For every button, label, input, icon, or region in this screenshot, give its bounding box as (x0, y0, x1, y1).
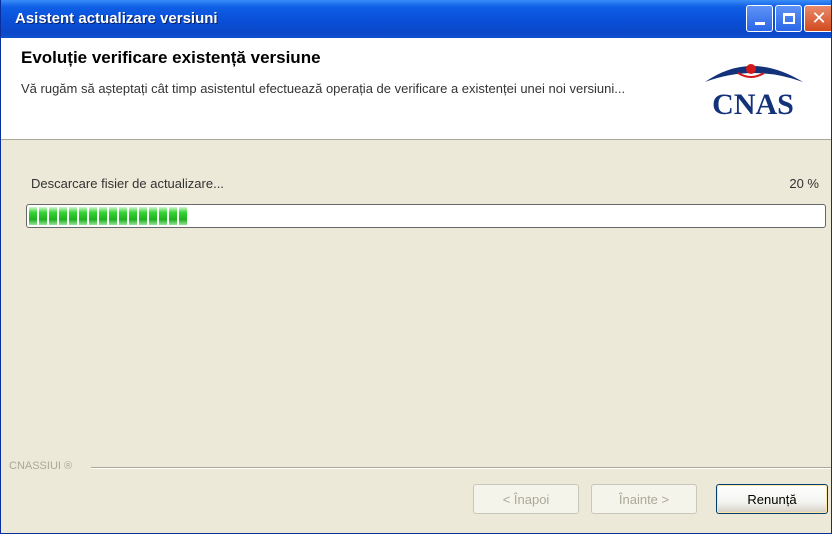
back-button[interactable]: < Înapoi (473, 484, 579, 514)
minimize-icon (754, 22, 765, 25)
wizard-header: Evoluție verificare existență versiune V… (1, 38, 831, 140)
footer-divider (91, 467, 831, 469)
window-title: Asistent actualizare versiuni (15, 10, 218, 27)
progress-fill (29, 207, 188, 225)
wizard-window: Asistent actualizare versiuni ✕ Evoluție… (0, 0, 832, 534)
minimize-button[interactable] (746, 5, 773, 32)
page-title: Evoluție verificare existență versiune (21, 48, 321, 67)
progress-label: Descarcare fisier de actualizare... (31, 176, 224, 191)
cnas-logo: CNAS (705, 64, 803, 121)
logo-text: CNAS (712, 88, 794, 121)
progress-percent: 20 % (789, 176, 819, 191)
close-icon: ✕ (811, 7, 827, 29)
close-button[interactable]: ✕ (804, 5, 831, 32)
logo-eye-icon (746, 64, 756, 74)
title-bar[interactable]: Asistent actualizare versiuni ✕ (1, 0, 831, 38)
progress-bar (26, 204, 826, 228)
next-button[interactable]: Înainte > (591, 484, 697, 514)
maximize-icon (782, 13, 795, 24)
maximize-button[interactable] (775, 5, 802, 32)
footer-brand: CNASSIUI ® (9, 460, 73, 472)
cancel-button[interactable]: Renunță (716, 484, 828, 514)
page-description: Vă rugăm să așteptați cât timp asistentu… (21, 81, 626, 96)
